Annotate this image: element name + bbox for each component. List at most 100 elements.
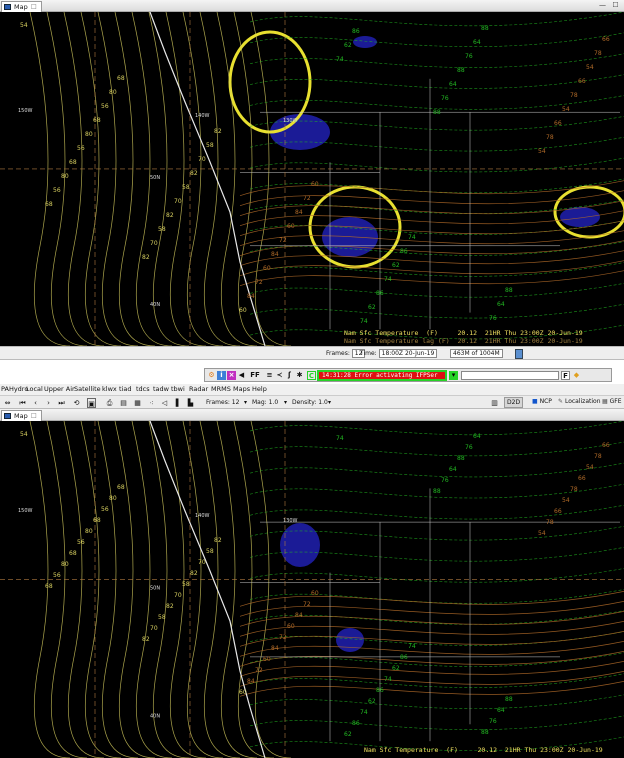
- isotherm: [97, 421, 139, 758]
- scale-icon[interactable]: ⚙: [207, 371, 216, 380]
- menu-item[interactable]: tiad: [119, 385, 131, 393]
- map-pane-bottom[interactable]: 54 68 82 60 74 88 66 80 58 72 86 64 78 56 70 84 62 76 54 68…: [0, 421, 624, 758]
- contour-label: 88: [505, 287, 513, 294]
- error-message[interactable]: 14:31:28 Error activating IFPSer: [317, 370, 447, 381]
- wind-icon[interactable]: ≺: [275, 371, 284, 380]
- minimize-icon[interactable]: —: [598, 1, 607, 10]
- contour-label: 76: [465, 444, 473, 451]
- tab-close-icon[interactable]: ☐: [31, 3, 37, 11]
- draw-icon[interactable]: ◁: [160, 398, 169, 408]
- tab-map-bottom[interactable]: Map ☐: [1, 410, 42, 421]
- cold-pool: [560, 207, 600, 227]
- perspective-localization[interactable]: ✎ Localization: [556, 397, 603, 408]
- info-icon[interactable]: i: [217, 371, 226, 380]
- menu-item[interactable]: PAHydro: [1, 385, 28, 393]
- print-icon[interactable]: ⎙: [105, 398, 114, 408]
- menu-item[interactable]: tdcs: [136, 385, 150, 393]
- isotherm: [114, 421, 156, 758]
- menu-item[interactable]: Satellite: [74, 385, 101, 393]
- last-frame-icon[interactable]: ⏭: [57, 398, 66, 408]
- layout-icon[interactable]: ▦: [133, 398, 142, 408]
- c-button[interactable]: C: [307, 371, 316, 380]
- contour-label: 74: [408, 643, 416, 650]
- contour-label: 84: [247, 678, 255, 685]
- prev-frame-icon[interactable]: ‹: [31, 398, 40, 408]
- pan-icon[interactable]: ⇔: [3, 398, 12, 408]
- trash-icon[interactable]: [515, 349, 523, 359]
- perspective-ncp[interactable]: ■ NCP: [530, 397, 554, 408]
- panel-multi-icon[interactable]: ▙: [186, 398, 195, 408]
- first-frame-icon[interactable]: ⏮: [18, 398, 27, 408]
- contour-label: 80: [109, 495, 117, 502]
- contour-label: 64: [497, 301, 505, 308]
- latitude-label: 50N: [150, 586, 160, 592]
- menu-item[interactable]: Maps: [233, 385, 250, 393]
- contour-label: 60: [287, 623, 295, 630]
- command-input[interactable]: [461, 371, 559, 380]
- map-canvas-top[interactable]: 54 68 82 60 74 88 66 80 58 72 86 64 78 56 70 84 62 76 54 68…: [0, 12, 624, 346]
- snow-icon[interactable]: ✱: [295, 371, 304, 380]
- points-icon[interactable]: ⁖: [147, 398, 156, 408]
- legend-bottom: Nam Sfc Temperature (F) 20.12 21HR Thu 2…: [364, 746, 603, 754]
- menu-item[interactable]: Help: [252, 385, 267, 393]
- contour-label: 58: [158, 614, 166, 621]
- contour-label: 88: [457, 67, 465, 74]
- contour-label: 54: [586, 464, 594, 471]
- open-perspective-icon[interactable]: ▥: [490, 398, 499, 408]
- tab-close-icon[interactable]: ☐: [31, 412, 37, 420]
- density-dropdown-arrow[interactable]: ▾: [328, 398, 331, 408]
- image-props-icon[interactable]: ▣: [87, 398, 96, 408]
- clear-display-icon[interactable]: ▤: [119, 398, 128, 408]
- menu-item[interactable]: tbwi: [171, 385, 185, 393]
- isotherm-warm: [239, 671, 624, 687]
- frames-dropdown[interactable]: Frames: 12: [206, 398, 239, 408]
- close-x-icon[interactable]: ×: [227, 371, 236, 380]
- isotherm: [63, 12, 105, 346]
- mag-dropdown-arrow[interactable]: ▾: [284, 398, 287, 408]
- panel-single-icon[interactable]: ▌: [174, 398, 183, 408]
- contour-label: 86: [400, 654, 408, 661]
- longitude-label: 130W: [283, 518, 298, 524]
- contour-label: 70: [174, 198, 182, 205]
- ff-button[interactable]: FF: [247, 371, 263, 380]
- contour-label: 88: [505, 696, 513, 703]
- contour-label: 82: [166, 603, 174, 610]
- contour-label: 56: [101, 506, 109, 513]
- tab-map-top[interactable]: Map ☐: [1, 1, 42, 12]
- cold-pool: [280, 523, 320, 567]
- pin-icon[interactable]: F: [561, 371, 570, 380]
- perspective-gfe[interactable]: ▦ GFE: [600, 397, 624, 408]
- contour-label: 78: [594, 50, 602, 57]
- map-canvas-bottom[interactable]: 54 68 82 60 74 88 66 80 58 72 86 64 78 56 70 84 62 76 54 68…: [0, 421, 624, 758]
- map-pane-top[interactable]: 54 68 82 60 74 88 66 80 58 72 86 64 78 56 70 84 62 76 54 68…: [0, 12, 624, 346]
- contour-label: 54: [562, 497, 570, 504]
- contour-label: 56: [53, 187, 61, 194]
- menu-item[interactable]: Radar: [189, 385, 208, 393]
- menu-item[interactable]: klwx: [102, 385, 117, 393]
- menu-item[interactable]: tadw: [153, 385, 169, 393]
- contour-label: 72: [303, 195, 311, 202]
- menu-item[interactable]: Local: [26, 385, 43, 393]
- mag-dropdown[interactable]: Mag: 1.0: [252, 398, 278, 408]
- clear-icon[interactable]: ▾: [449, 371, 458, 380]
- frames-dropdown-arrow[interactable]: ▾: [244, 398, 247, 408]
- ncp-icon: ■: [532, 398, 538, 405]
- menu-lines-icon[interactable]: ≡: [265, 371, 274, 380]
- speaker-icon[interactable]: ◀: [237, 371, 246, 380]
- contour-label: 80: [85, 131, 93, 138]
- gfe-icon: ▦: [602, 398, 608, 405]
- curve-icon[interactable]: ʃ: [285, 371, 294, 380]
- menu-item[interactable]: MRMS: [211, 385, 231, 393]
- arrows-icon[interactable]: ◆: [572, 371, 581, 380]
- maximize-icon[interactable]: ☐: [611, 1, 620, 10]
- menu-item[interactable]: Upper Air: [44, 385, 75, 393]
- loop-icon[interactable]: ⟲: [72, 398, 81, 408]
- contour-label: 86: [352, 720, 360, 727]
- next-frame-icon[interactable]: ›: [44, 398, 53, 408]
- isotherm-dashed: [249, 694, 624, 709]
- contour-label: 54: [562, 106, 570, 113]
- contour-label: 58: [206, 548, 214, 555]
- perspective-d2d[interactable]: D2D: [504, 397, 524, 408]
- density-dropdown[interactable]: Density: 1.0: [292, 398, 328, 408]
- contour-label: 62: [368, 698, 376, 705]
